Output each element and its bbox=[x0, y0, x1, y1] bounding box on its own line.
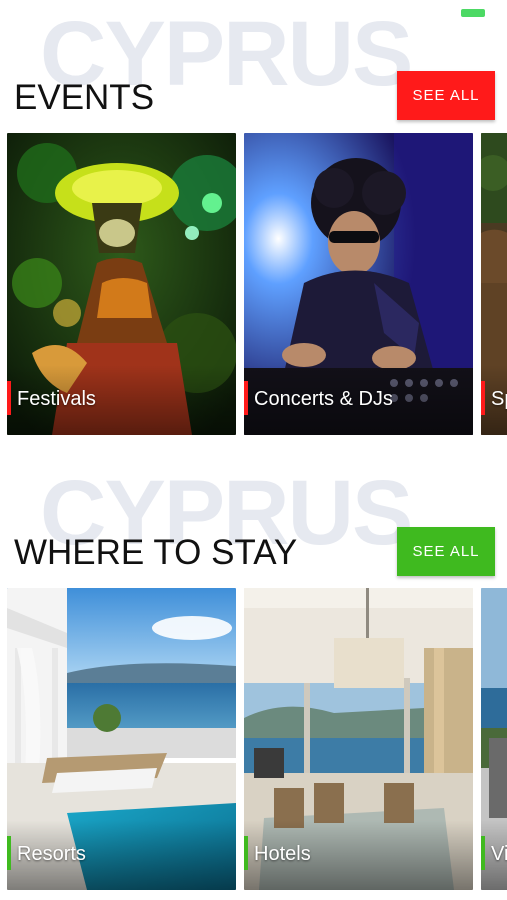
stay-see-all-button[interactable]: SEE ALL bbox=[397, 527, 495, 576]
card-accent-bar bbox=[244, 836, 248, 870]
card-accent-bar bbox=[7, 381, 11, 415]
card-label: Hotels bbox=[254, 843, 311, 865]
stay-card-resorts[interactable]: Resorts bbox=[7, 588, 236, 890]
card-accent-bar bbox=[244, 381, 248, 415]
card-label: Sp bbox=[491, 388, 507, 410]
stay-card-hotels[interactable]: Hotels bbox=[244, 588, 473, 890]
events-section: CYPRUS EVENTS SEE ALL Festivals Concerts… bbox=[0, 0, 507, 450]
events-see-all-button[interactable]: SEE ALL bbox=[397, 71, 495, 120]
event-card-partial[interactable]: Sp bbox=[481, 133, 507, 435]
events-title: EVENTS bbox=[14, 78, 155, 117]
card-accent-bar bbox=[481, 836, 485, 870]
event-card-concerts-djs[interactable]: Concerts & DJs bbox=[244, 133, 473, 435]
event-card-festivals[interactable]: Festivals bbox=[7, 133, 236, 435]
card-accent-bar bbox=[7, 836, 11, 870]
card-accent-bar bbox=[481, 381, 485, 415]
where-to-stay-title: WHERE TO STAY bbox=[14, 533, 298, 572]
events-carousel[interactable]: Festivals Concerts & DJs S bbox=[7, 133, 507, 435]
card-label: Concerts & DJs bbox=[254, 388, 393, 410]
stay-card-partial[interactable]: Vi bbox=[481, 588, 507, 890]
where-to-stay-section: CYPRUS WHERE TO STAY SEE ALL Resorts Hot… bbox=[0, 455, 507, 900]
stay-carousel[interactable]: Resorts Hotels Vi bbox=[7, 588, 507, 890]
card-label: Vi bbox=[491, 843, 507, 865]
card-label: Festivals bbox=[17, 388, 96, 410]
card-label: Resorts bbox=[17, 843, 86, 865]
